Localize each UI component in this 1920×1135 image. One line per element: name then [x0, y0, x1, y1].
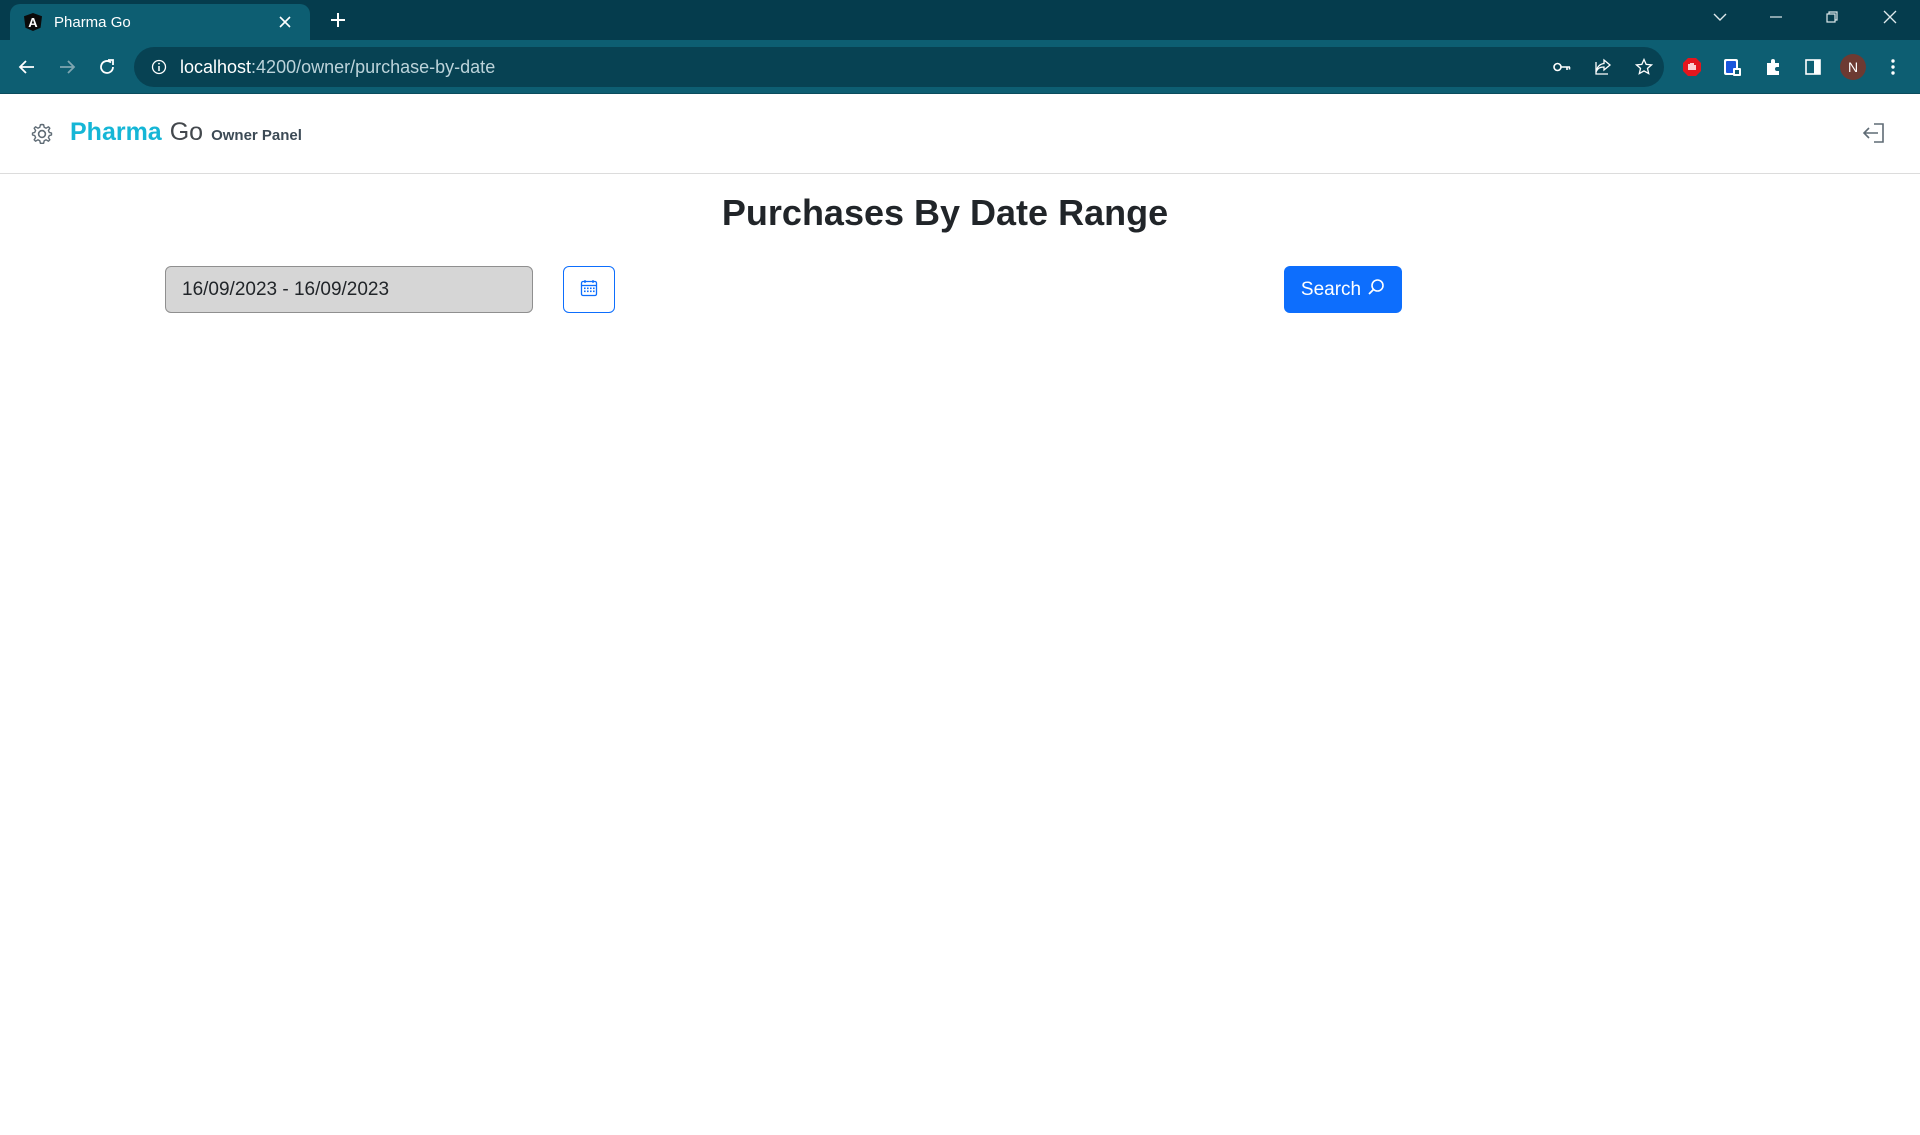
minimize-icon[interactable] [1750, 0, 1802, 34]
date-range-input[interactable] [165, 266, 533, 313]
back-icon[interactable] [11, 51, 43, 83]
close-window-icon[interactable] [1864, 0, 1916, 34]
page-title: Purchases By Date Range [721, 192, 1169, 233]
tab-title: Pharma Go [54, 13, 131, 31]
share-icon[interactable] [1587, 47, 1619, 87]
brand-suffix: Go [169, 118, 204, 146]
calendar-icon [580, 279, 598, 300]
calendar-button[interactable] [563, 266, 615, 313]
search-button-label: Search [1300, 278, 1362, 300]
restore-icon[interactable] [1806, 0, 1858, 34]
address-bar[interactable]: localhost:4200/owner/purchase-by-date [134, 47, 1664, 87]
browser-menu-icon[interactable] [1879, 53, 1907, 81]
forward-icon[interactable] [51, 51, 83, 83]
brand-name: Pharma [70, 118, 162, 146]
browser-tabstrip: A Pharma Go [0, 0, 1920, 40]
gear-icon[interactable] [28, 120, 56, 148]
reload-icon[interactable] [91, 51, 123, 83]
panel-label: Owner Panel [211, 127, 302, 144]
bookmark-star-icon[interactable] [1628, 47, 1660, 87]
search-button[interactable]: Search [1284, 266, 1402, 313]
adblock-extension-icon[interactable] [1678, 53, 1706, 81]
logout-icon[interactable] [1858, 118, 1888, 148]
new-tab-button[interactable] [324, 6, 352, 34]
url-host: localhost [180, 56, 252, 77]
profile-avatar[interactable]: N [1839, 53, 1867, 81]
security-extension-icon[interactable] [1718, 53, 1746, 81]
avatar: N [1840, 54, 1866, 80]
tab-search-icon[interactable] [1694, 0, 1746, 34]
app-navbar: Pharma Go Owner Panel [0, 94, 1920, 174]
url-path: :4200/owner/purchase-by-date [251, 56, 496, 77]
extensions-puzzle-icon[interactable] [1759, 53, 1787, 81]
angular-icon: A [24, 13, 42, 31]
close-icon[interactable] [274, 11, 296, 33]
side-panel-icon[interactable] [1799, 53, 1827, 81]
browser-tab[interactable]: A Pharma Go [10, 4, 310, 40]
site-info-icon[interactable] [148, 56, 170, 78]
search-icon [1367, 278, 1385, 302]
brand-logo[interactable]: Pharma Go Owner Panel [70, 118, 302, 147]
password-key-icon[interactable] [1546, 47, 1578, 87]
browser-toolbar: localhost:4200/owner/purchase-by-date N [0, 40, 1920, 94]
